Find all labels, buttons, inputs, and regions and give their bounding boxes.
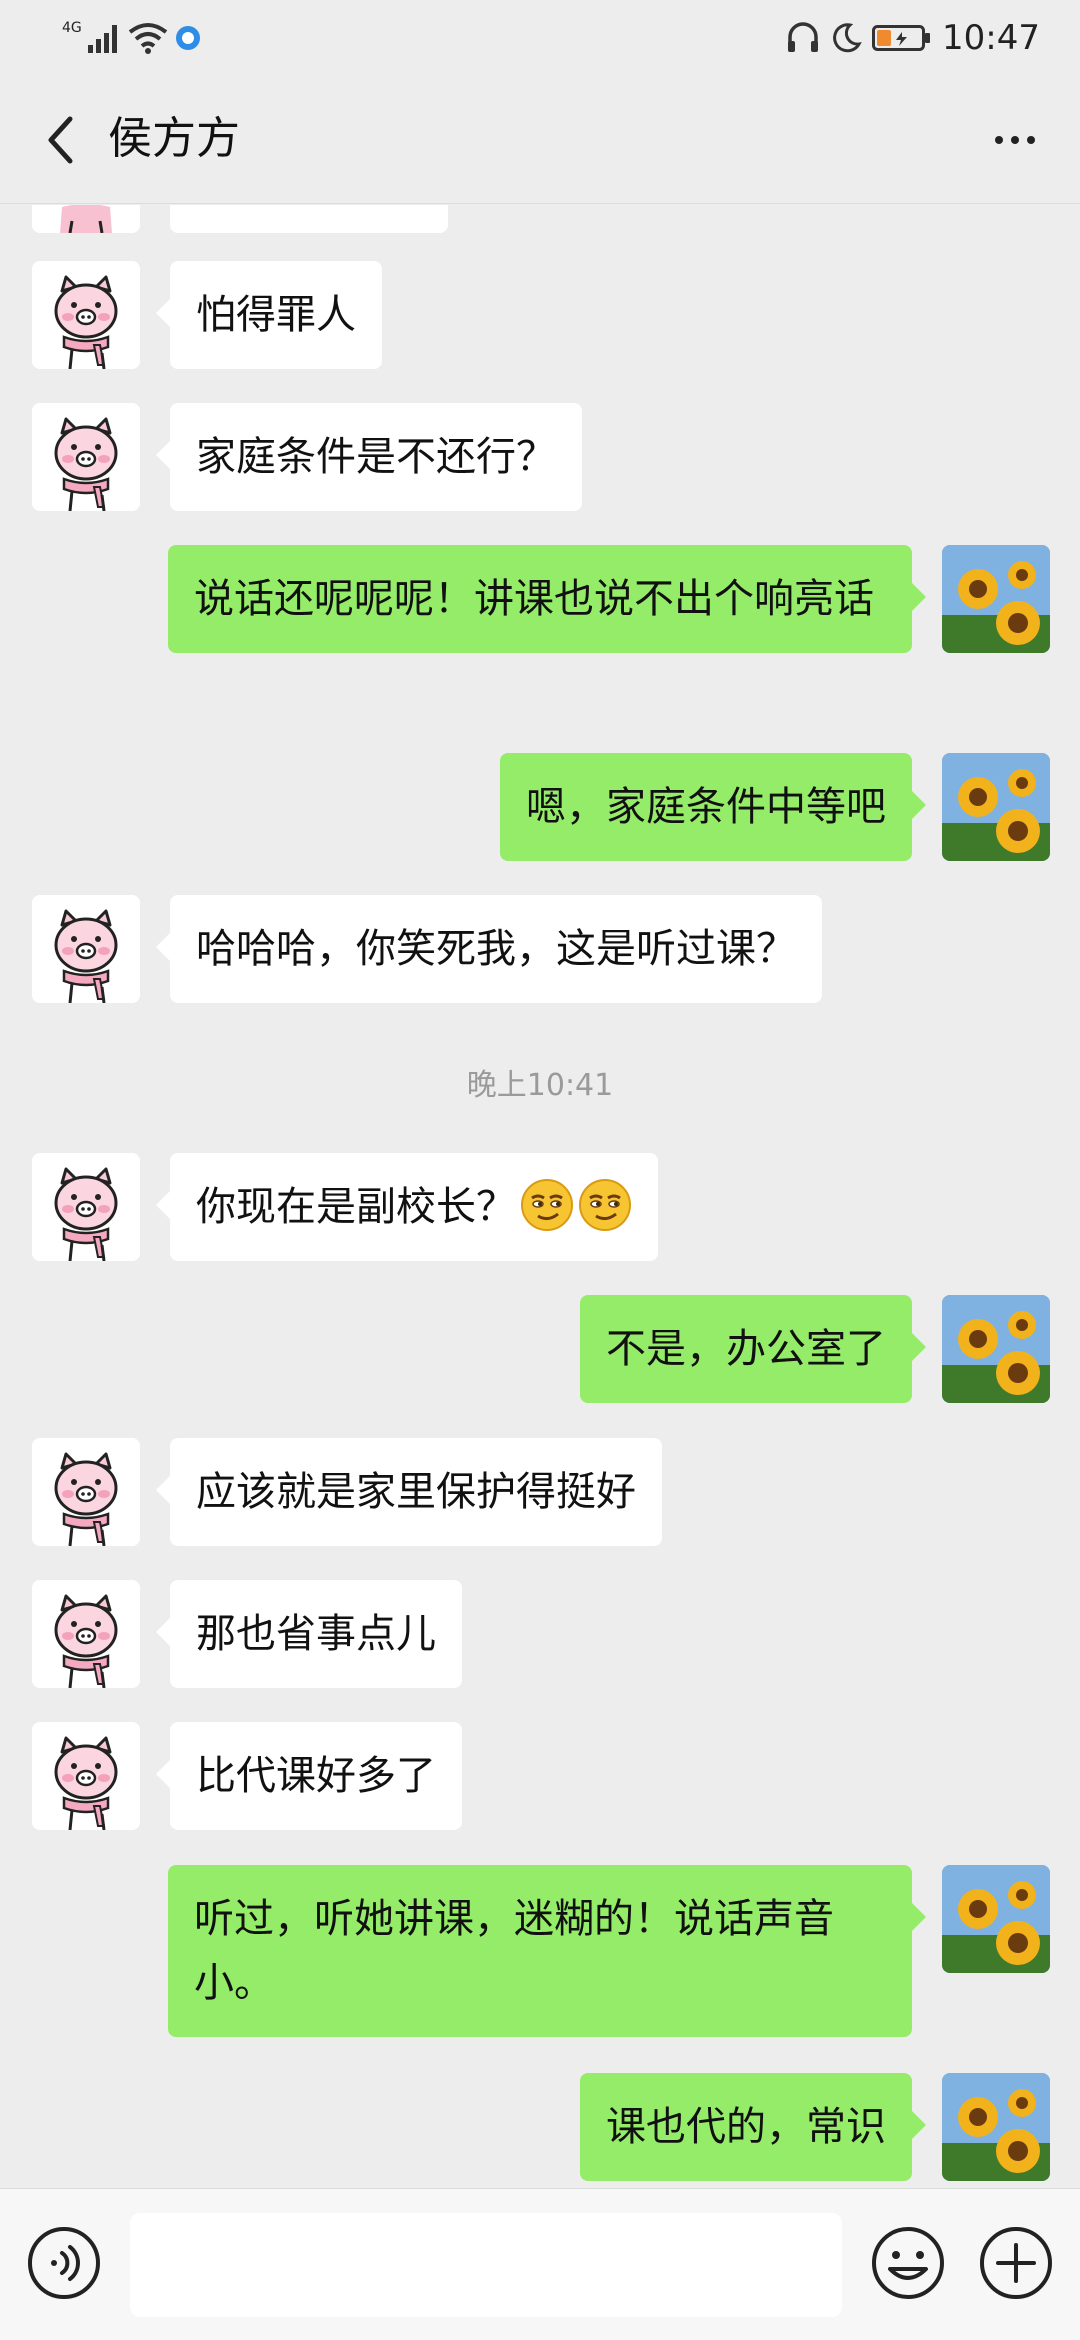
sunflower-avatar-icon	[942, 2073, 1050, 2181]
more-functions-button[interactable]	[978, 2225, 1054, 2301]
more-button[interactable]	[980, 112, 1050, 168]
message-bubble-sent[interactable]: 嗯，家庭条件中等吧	[500, 753, 926, 861]
message-bubble-sent[interactable]: 课也代的，常识	[580, 2073, 926, 2181]
message-bubble-received[interactable]: 应该就是家里保护得挺好	[156, 1438, 662, 1546]
contact-avatar[interactable]	[32, 1153, 140, 1261]
message-bubble-received[interactable]: 怕得罪人	[156, 261, 382, 369]
headphones-icon	[788, 22, 819, 52]
pig-avatar-icon	[32, 261, 140, 369]
pig-avatar-icon	[32, 1438, 140, 1546]
my-avatar[interactable]	[942, 1295, 1050, 1403]
pig-avatar-icon	[32, 1722, 140, 1830]
message-bubble-received[interactable]: 哈哈哈，你笑死我，这是听过课？	[156, 895, 822, 1003]
pig-avatar-icon	[32, 403, 140, 511]
my-avatar[interactable]	[942, 1865, 1050, 1973]
chat-header: 侯方方	[0, 76, 1080, 204]
message-input[interactable]	[130, 2213, 842, 2317]
moon-icon	[833, 23, 862, 53]
message-bubble-sent[interactable]: 听过，听她讲课，迷糊的！说话声音小。	[168, 1865, 926, 2037]
sunflower-avatar-icon	[942, 1295, 1050, 1403]
plus-icon	[980, 2227, 1052, 2299]
message-bubble-sent[interactable]: 不是，办公室了	[580, 1295, 926, 1403]
message-timestamp: 晚上10:41	[466, 1068, 614, 1103]
signal-icon	[87, 25, 117, 53]
pig-avatar-icon	[32, 205, 140, 233]
contact-avatar[interactable]	[32, 1580, 140, 1688]
contact-avatar[interactable]	[32, 261, 140, 369]
emoji-icon	[872, 2227, 944, 2299]
contact-avatar[interactable]	[32, 895, 140, 1003]
battery-icon	[872, 25, 931, 51]
network-type: 4G	[62, 20, 82, 36]
status-bar: 4G 10:47	[0, 0, 1080, 76]
emoji-button[interactable]	[870, 2225, 946, 2301]
chat-title: 侯方方	[108, 113, 240, 164]
my-avatar[interactable]	[942, 753, 1050, 861]
contact-avatar[interactable]	[32, 205, 140, 233]
smirk-emoji-icon	[579, 1179, 631, 1231]
contact-avatar[interactable]	[32, 1722, 140, 1830]
pig-avatar-icon	[32, 1580, 140, 1688]
my-avatar[interactable]	[942, 545, 1050, 653]
contact-avatar[interactable]	[32, 1438, 140, 1546]
wifi-icon	[128, 23, 167, 54]
status-right: 10:47	[786, 16, 1040, 60]
my-avatar[interactable]	[942, 2073, 1050, 2181]
message-bubble-received[interactable]	[170, 205, 448, 233]
message-bubble-sent[interactable]: 说话还呢呢呢！讲课也说不出个响亮话	[168, 545, 926, 653]
sunflower-avatar-icon	[942, 545, 1050, 653]
input-bar	[0, 2188, 1080, 2340]
message-text: 你现在是副校长？	[196, 1184, 516, 1230]
more-dot	[995, 136, 1003, 144]
voice-icon	[28, 2227, 100, 2299]
back-chevron-icon	[48, 116, 73, 164]
more-dot	[1011, 136, 1019, 144]
chat-area[interactable]: 怕得罪人 家庭条件是不还行？ 说话还呢呢呢！讲课也说不出个响亮话 嗯，家庭条件中…	[0, 205, 1080, 2188]
app-notification-icon	[175, 26, 200, 50]
smirk-emoji-icon	[521, 1179, 573, 1231]
status-left: 4G	[62, 18, 202, 58]
sunflower-avatar-icon	[942, 1865, 1050, 1973]
sunflower-avatar-icon	[942, 753, 1050, 861]
voice-button[interactable]	[26, 2225, 102, 2301]
more-dot	[1027, 136, 1035, 144]
pig-avatar-icon	[32, 895, 140, 1003]
contact-avatar[interactable]	[32, 403, 140, 511]
pig-avatar-icon	[32, 1153, 140, 1261]
status-time: 10:47	[942, 18, 1040, 58]
message-bubble-received[interactable]: 比代课好多了	[156, 1722, 462, 1830]
message-bubble-received[interactable]: 你现在是副校长？	[156, 1153, 658, 1261]
message-bubble-received[interactable]: 那也省事点儿	[156, 1580, 462, 1688]
back-button[interactable]	[30, 108, 90, 172]
message-bubble-received[interactable]: 家庭条件是不还行？	[156, 403, 582, 511]
